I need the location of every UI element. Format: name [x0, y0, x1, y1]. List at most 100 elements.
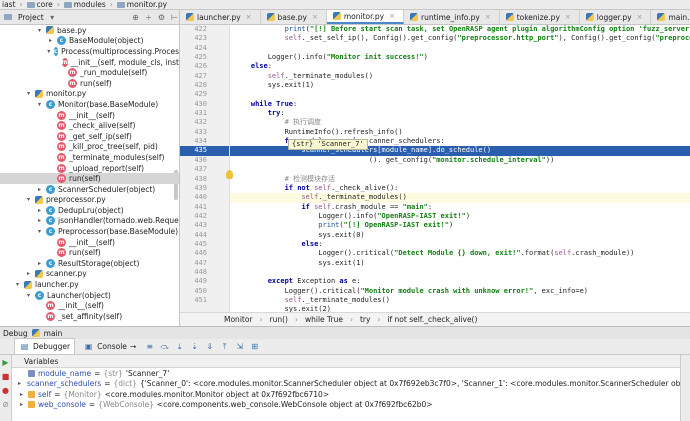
stop-icon[interactable]: ■ [1, 372, 10, 381]
code-line[interactable]: sys.exit(2) [230, 305, 690, 312]
code-line[interactable]: else: [230, 240, 690, 249]
code-line[interactable]: sys.exit(1) [230, 81, 690, 90]
collapsed-arrow-icon[interactable]: ▸ [25, 270, 32, 277]
expanded-arrow-icon[interactable]: ▾ [25, 196, 32, 203]
editor-breadcrumb-item[interactable]: while True [305, 315, 343, 324]
breadcrumb-item[interactable]: iast [2, 0, 16, 9]
tree-item[interactable]: m _terminate_modules(self) [0, 152, 179, 163]
expanded-arrow-icon[interactable]: ▾ [14, 281, 21, 288]
run-to-cursor-icon[interactable]: ⇲ [234, 341, 245, 352]
code-line[interactable]: # 检测模块存活 [230, 175, 690, 184]
expanded-arrow-icon[interactable]: ▾ [36, 228, 43, 235]
tree-item[interactable]: m run(self) [0, 78, 179, 89]
code-line[interactable]: print("[!] Before start scan task, set O… [230, 25, 690, 34]
collapsed-arrow-icon[interactable]: ▸ [36, 217, 43, 224]
code-line[interactable]: (). get_config("monitor.schedule_interva… [230, 156, 690, 165]
tree-item[interactable]: ▸ c ScannerScheduler(object) [0, 184, 179, 195]
tree-item[interactable]: m _check_alive(self) [0, 120, 179, 131]
tree-item[interactable]: ▾ c Preprocessor(base.BaseModule) [0, 226, 179, 237]
tab-monitor[interactable]: monitor.py × [326, 10, 404, 24]
force-step-into-icon[interactable]: ⇓ [204, 341, 215, 352]
tab-launcher[interactable]: launcher.py × [180, 10, 261, 24]
breakpoints-icon[interactable]: ● [1, 386, 10, 395]
tree-item[interactable]: ▾ c Monitor(base.BaseModule) [0, 99, 179, 110]
collapsed-arrow-icon[interactable]: ▸ [36, 207, 43, 214]
code-line[interactable]: RuntimeInfo().refresh_info() [230, 128, 690, 137]
close-icon[interactable]: × [389, 12, 395, 20]
tree-item[interactable]: m _kill_proc_tree(self, pid) [0, 142, 179, 153]
editor-breadcrumb-item[interactable]: run() [270, 315, 288, 324]
mute-icon[interactable]: ⊘ [1, 400, 10, 409]
collapsed-arrow-icon[interactable]: ▸ [47, 37, 54, 44]
variable-row[interactable]: ▸ self = {Monitor} <core.modules.monitor.Mon… [12, 389, 680, 400]
target-icon[interactable]: ⊕ [131, 13, 140, 22]
project-selector[interactable]: Project ▾ ⊕ ÷ ⚙ ⊢ [0, 10, 180, 24]
step-over-icon[interactable]: ⤼ [159, 341, 170, 352]
code-line[interactable]: print("[!] OpenRASP-IAST exit!") [230, 221, 690, 230]
collapsed-arrow-icon[interactable]: ▸ [36, 186, 43, 193]
tree-item[interactable]: m __init__(self) [0, 300, 179, 311]
tree-item[interactable]: ▸ c jsonHandler(tornado.web.Reque [0, 216, 179, 227]
code-line[interactable]: # 执行调度 [230, 118, 690, 127]
code-editor[interactable]: print("[!] Before start scan task, set O… [230, 25, 690, 312]
breadcrumb-item[interactable]: modules [63, 0, 106, 9]
tree-item[interactable]: ▸ c ResultStorage(object) [0, 258, 179, 269]
close-icon[interactable]: × [637, 13, 643, 21]
expanded-arrow-icon[interactable]: ▾ [36, 101, 43, 108]
tree-item[interactable]: m __init__(self) [0, 237, 179, 248]
gear-icon[interactable]: ⚙ [157, 13, 166, 22]
menu-icon[interactable]: ≡ [144, 341, 155, 352]
tab-debugger[interactable]: ▤ Debugger [14, 338, 76, 355]
tree-item[interactable]: ▸ c DedupLru(object) [0, 205, 179, 216]
breadcrumb-item[interactable]: core [26, 0, 53, 9]
chevron-down-icon[interactable]: ▾ [48, 13, 57, 22]
evaluate-icon[interactable]: ⊞ [249, 341, 260, 352]
collapsed-arrow-icon[interactable]: ▸ [36, 260, 43, 267]
tree-item[interactable]: ▸ scanner.py [0, 269, 179, 280]
step-into-icon[interactable]: ⤓ [174, 341, 185, 352]
code-line[interactable]: self._set_self_ip(), Config().get_config… [230, 34, 690, 43]
code-line[interactable]: Logger().critical("Detect Module {} down… [230, 249, 690, 258]
collapse-icon[interactable]: ÷ [144, 13, 153, 22]
lightbulb-icon[interactable] [226, 170, 233, 179]
collapsed-arrow-icon[interactable]: ▸ [18, 401, 25, 408]
code-line[interactable] [230, 165, 690, 174]
editor-breadcrumb-item[interactable]: if not self._check_alive() [387, 315, 477, 324]
expanded-arrow-icon[interactable]: ▾ [47, 48, 51, 55]
variable-row[interactable]: ▸ scanner_schedulers = {dict} {'Scanner_0': … [12, 379, 680, 390]
code-line[interactable] [230, 268, 690, 277]
expanded-arrow-icon[interactable]: ▾ [36, 27, 43, 34]
code-line[interactable]: while True: [230, 100, 690, 109]
tree-item[interactable]: ▾ preprocessor.py [0, 195, 179, 206]
hide-panel-icon[interactable]: ⊢ [170, 13, 179, 22]
tree-item[interactable]: m _upload_report(self) [0, 163, 179, 174]
tree-item[interactable]: m _get_self_ip(self) [0, 131, 179, 142]
code-line[interactable]: sys.exit(1) [230, 259, 690, 268]
variable-row[interactable]: ▸ web_console = {WebConsole} <core.component… [12, 400, 680, 411]
tree-item[interactable]: ▾ monitor.py [0, 89, 179, 100]
tree-item[interactable]: m _run_module(self) [0, 67, 179, 78]
step-out-icon[interactable]: ⤒ [219, 341, 230, 352]
tree-item[interactable]: ▾ base.py [0, 25, 179, 36]
editor-breadcrumb-item[interactable]: try [360, 315, 370, 324]
code-line[interactable] [230, 90, 690, 99]
tab-runtime-info[interactable]: runtime_info.py × [404, 10, 500, 24]
tree-item[interactable]: ▾ launcher.py [0, 279, 179, 290]
code-line[interactable] [230, 44, 690, 53]
close-icon[interactable]: × [565, 13, 571, 21]
close-icon[interactable]: × [246, 13, 252, 21]
code-line[interactable]: Logger().info("OpenRASP-IAST exit!") [230, 212, 690, 221]
code-line[interactable]: except Exception as e: [230, 277, 690, 286]
tree-item[interactable]: ▾ c Launcher(object) [0, 290, 179, 301]
code-line[interactable]: self._terminate_modules() [230, 193, 690, 203]
close-icon[interactable]: × [312, 13, 318, 21]
tree-item[interactable]: m __init__(self) [0, 110, 179, 121]
code-line[interactable]: if not self._check_alive(): [230, 184, 690, 193]
tab-logger[interactable]: logger.py × [580, 10, 652, 24]
collapsed-arrow-icon[interactable]: ▸ [18, 391, 25, 398]
code-line[interactable]: Logger().info("Monitor init success!") [230, 53, 690, 62]
code-line[interactable]: else: [230, 62, 690, 71]
tree-item[interactable]: m __init__(self, module_cls, inst [0, 57, 179, 68]
step-into-my-code-icon[interactable]: ⇣ [189, 341, 200, 352]
tree-item[interactable]: m _set_affinity(self) [0, 311, 179, 322]
